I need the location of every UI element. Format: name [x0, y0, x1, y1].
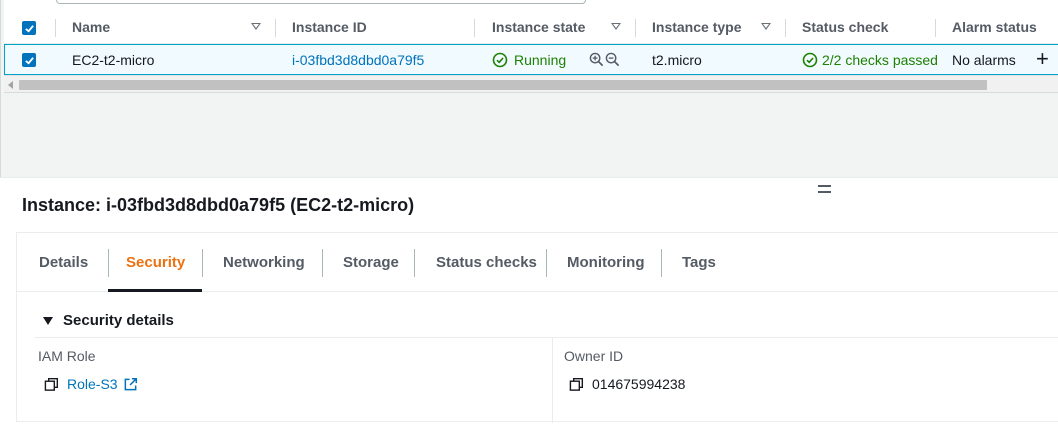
column-separator — [474, 19, 475, 37]
tab-monitoring[interactable]: Monitoring — [567, 233, 644, 292]
column-separator — [55, 19, 56, 37]
sort-caret-icon[interactable] — [251, 23, 261, 30]
sort-caret-icon[interactable] — [611, 23, 621, 30]
owner-id-text: 014675994238 — [592, 376, 686, 392]
tab-security[interactable]: Security — [126, 233, 185, 292]
column-separator — [275, 19, 276, 37]
table-header-row: Name Instance ID Instance state Instance… — [4, 11, 1058, 44]
iam-role-label: IAM Role — [38, 348, 96, 364]
section-divider — [35, 337, 1058, 338]
instance-state-label: Running — [514, 51, 567, 68]
column-header-status-check[interactable]: Status check — [802, 11, 888, 43]
tab-separator — [322, 249, 323, 277]
table-row[interactable]: EC2-t2-micro i-03fbd3d8dbd0a79f5 Running — [4, 44, 1058, 75]
status-check: 2/2 checks passed — [802, 45, 938, 74]
alarm-status: No alarms — [952, 51, 1016, 68]
zoom-in-icon[interactable] — [589, 52, 604, 67]
zoom-controls — [589, 45, 620, 74]
status-check-label[interactable]: 2/2 checks passed — [822, 52, 938, 68]
tab-list: Details Security Networking Storage Stat… — [17, 233, 1058, 292]
tab-separator — [202, 249, 203, 277]
copy-icon[interactable] — [569, 377, 584, 392]
owner-id-label: Owner ID — [564, 348, 624, 364]
active-tab-indicator — [108, 289, 202, 292]
column-separator — [935, 19, 936, 37]
select-all-checkbox[interactable] — [22, 21, 36, 35]
scroll-left-arrow-icon[interactable] — [8, 81, 13, 89]
panel-title: Instance: i-03fbd3d8dbd0a79f5 (EC2-t2-mi… — [22, 195, 415, 215]
search-input[interactable] — [56, 0, 586, 4]
caret-down-icon — [43, 316, 53, 325]
scrollbar-thumb[interactable] — [19, 80, 987, 90]
instances-table: Name Instance ID Instance state Instance… — [4, 0, 1058, 93]
column-separator — [635, 19, 636, 37]
tab-status-checks[interactable]: Status checks — [436, 233, 537, 292]
tab-details[interactable]: Details — [39, 233, 88, 292]
iam-role-link[interactable]: Role-S3 — [67, 376, 118, 392]
tab-separator — [108, 249, 109, 277]
instance-id-link[interactable]: i-03fbd3d8dbd0a79f5 — [292, 45, 424, 74]
instance-state: Running — [492, 45, 566, 74]
tab-tags[interactable]: Tags — [682, 233, 716, 292]
tab-separator — [414, 249, 415, 277]
instance-name: EC2-t2-micro — [72, 51, 155, 68]
tab-networking[interactable]: Networking — [223, 233, 305, 292]
column-divider — [552, 338, 553, 423]
instances-area: Name Instance ID Instance state Instance… — [0, 0, 1058, 177]
drag-handle-icon[interactable] — [818, 185, 831, 193]
ec2-console-page: Name Instance ID Instance state Instance… — [0, 0, 1058, 424]
horizontal-scrollbar[interactable] — [4, 75, 1058, 92]
plus-icon[interactable]: + — [1036, 48, 1049, 70]
owner-id-value: 014675994238 — [569, 376, 685, 392]
column-header-instance-state[interactable]: Instance state — [492, 11, 585, 43]
row-checkbox[interactable] — [22, 53, 36, 67]
check-icon — [24, 56, 34, 65]
security-details-toggle[interactable]: Security details — [43, 312, 174, 329]
column-header-alarm-status[interactable]: Alarm status — [952, 11, 1037, 43]
section-title: Security details — [63, 312, 174, 329]
copy-icon[interactable] — [44, 377, 59, 392]
tab-separator — [661, 249, 662, 277]
instance-details-panel: Instance: i-03fbd3d8dbd0a79f5 (EC2-t2-mi… — [0, 177, 1058, 424]
column-header-instance-id[interactable]: Instance ID — [292, 11, 367, 43]
check-circle-icon — [802, 52, 818, 67]
instance-type: t2.micro — [652, 51, 702, 68]
column-header-instance-type[interactable]: Instance type — [652, 11, 741, 43]
check-circle-icon — [492, 52, 508, 67]
tab-separator — [546, 249, 547, 277]
sort-caret-icon[interactable] — [761, 23, 771, 30]
external-link-icon[interactable] — [123, 377, 138, 392]
column-header-name[interactable]: Name — [72, 11, 110, 43]
tabs-container: Details Security Networking Storage Stat… — [16, 232, 1058, 423]
iam-role-value: Role-S3 — [44, 376, 138, 392]
zoom-out-icon[interactable] — [605, 52, 620, 67]
tab-storage[interactable]: Storage — [343, 233, 399, 292]
check-icon — [24, 24, 34, 33]
column-separator — [785, 19, 786, 37]
